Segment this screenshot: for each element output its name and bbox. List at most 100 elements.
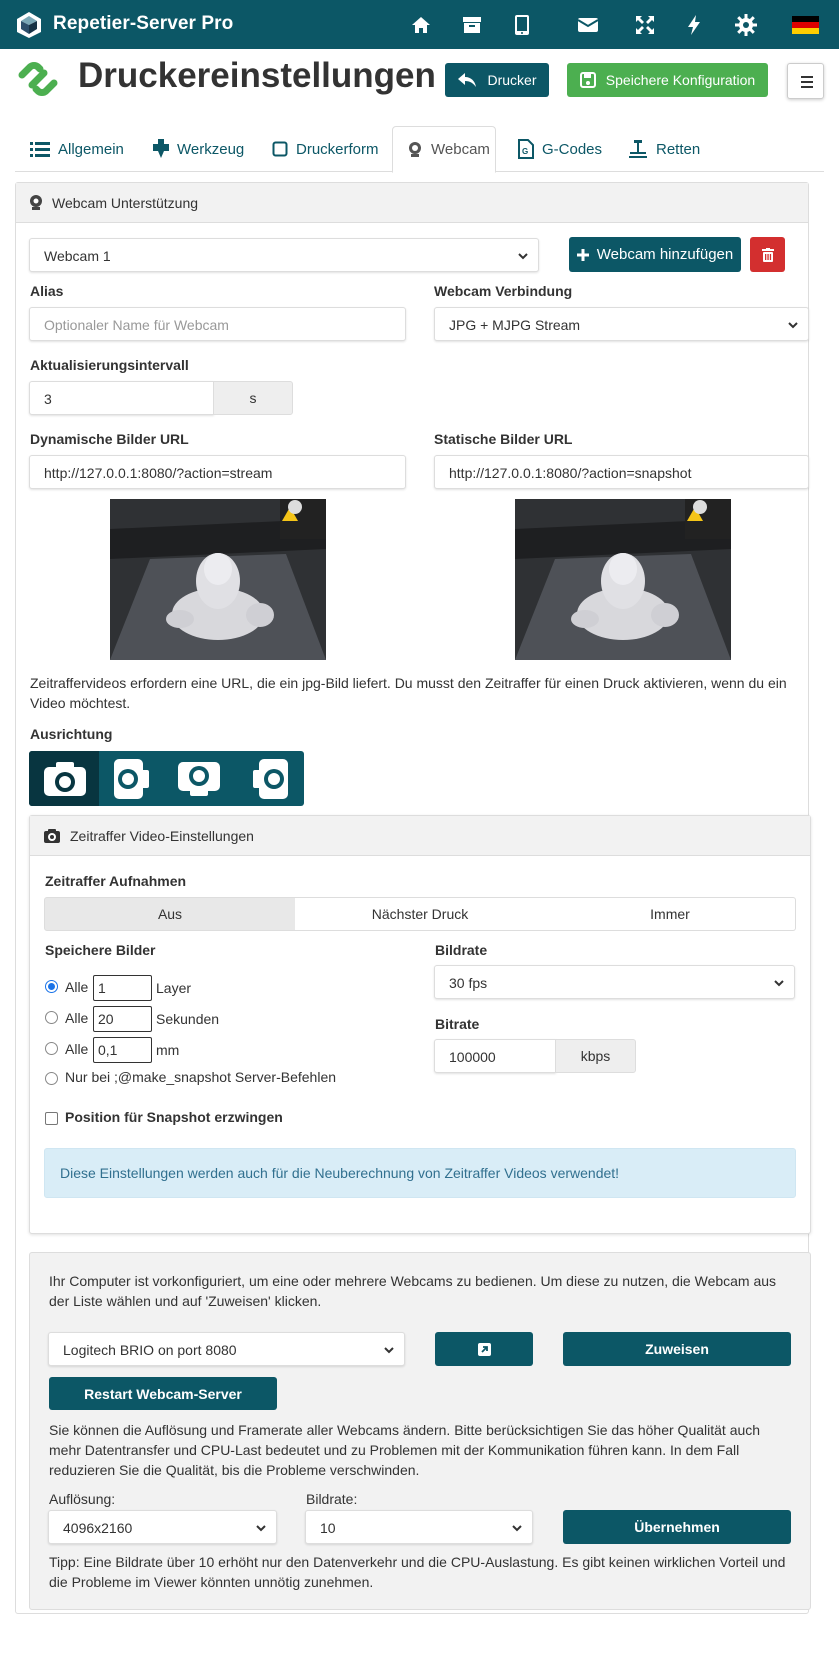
top-navbar: Repetier-Server Pro	[0, 0, 839, 49]
chevron-down-icon	[256, 1525, 266, 1532]
chevron-down-icon	[384, 1347, 394, 1354]
restart-webcam-server-button[interactable]: Restart Webcam-Server	[49, 1377, 277, 1410]
archive-icon[interactable]	[460, 13, 484, 37]
camera-rotate-270-icon[interactable]	[251, 757, 291, 801]
orientation-buttons	[29, 751, 304, 806]
square-icon	[272, 141, 288, 157]
force-position-label: Position für Snapshot erzwingen	[65, 1109, 283, 1125]
tab-label: Werkzeug	[177, 140, 245, 158]
interval-input[interactable]: 3	[29, 381, 214, 415]
radio-every-layer-prefix: Alle	[65, 979, 89, 995]
bitrate-label: Bitrate	[435, 1016, 480, 1032]
dynamic-webcam-preview	[110, 499, 326, 660]
settings-tabs: Allgemein Werkzeug Druckerform Webcam G …	[15, 126, 824, 173]
assign-button[interactable]: Zuweisen	[563, 1332, 791, 1366]
apply-button[interactable]: Übernehmen	[563, 1510, 791, 1544]
static-url-input[interactable]: http://127.0.0.1:8080/?action=snapshot	[434, 455, 809, 489]
server-framerate-select[interactable]: 10	[305, 1510, 533, 1544]
list-icon	[30, 142, 50, 157]
tab-retten[interactable]: Retten	[628, 126, 700, 172]
interval-label: Aktualisierungsintervall	[30, 357, 189, 373]
tab-webcam[interactable]: Webcam	[392, 126, 496, 173]
every-mm-unit: mm	[156, 1042, 180, 1058]
save-config-label: Speichere Konfiguration	[605, 72, 756, 88]
framerate-tip-text: Tipp: Eine Bildrate über 10 erhöht nur d…	[49, 1554, 786, 1590]
radio-every-seconds-prefix: Alle	[65, 1010, 89, 1026]
page-title: Druckereinstellungen	[78, 56, 436, 95]
external-link-icon	[477, 1342, 491, 1356]
open-camera-button[interactable]	[435, 1332, 533, 1366]
bolt-icon[interactable]	[682, 13, 706, 37]
add-webcam-button[interactable]: Webcam hinzufügen	[569, 237, 741, 272]
expand-icon[interactable]	[633, 13, 657, 37]
timelapse-framerate-select[interactable]: 30 fps	[434, 965, 795, 999]
repetier-logo-icon[interactable]	[15, 11, 43, 39]
chain-link-icon	[18, 62, 58, 96]
hamburger-menu-button[interactable]	[787, 63, 824, 99]
home-icon[interactable]	[409, 13, 433, 37]
rescue-icon	[629, 140, 647, 158]
timelapse-note: Zeitraffervideos erfordern eine URL, die…	[30, 675, 787, 711]
timelapse-panel-header: Zeitraffer Video-Einstellungen	[30, 816, 810, 856]
radio-every-mm-prefix: Alle	[65, 1041, 89, 1057]
server-camera-select[interactable]: Logitech BRIO on port 8080	[48, 1332, 405, 1366]
camera-rotate-90-icon[interactable]	[111, 757, 151, 801]
webcam-preview-image	[110, 499, 326, 660]
timelapse-option-next[interactable]: Nächster Druck	[295, 897, 546, 931]
resolution-select[interactable]: 4096x2160	[48, 1510, 277, 1544]
webcam-panel-title: Webcam Unterstützung	[52, 195, 199, 211]
timelapse-panel-title: Zeitraffer Video-Einstellungen	[70, 828, 254, 844]
gcode-file-icon: G	[518, 139, 534, 159]
timelapse-option-off[interactable]: Aus	[44, 897, 296, 931]
add-webcam-label: Webcam hinzufügen	[596, 246, 734, 263]
tab-allgemein[interactable]: Allgemein	[30, 126, 124, 172]
tab-label: Allgemein	[58, 140, 124, 158]
hamburger-icon	[801, 76, 813, 88]
every-layer-input[interactable]: 1	[93, 975, 152, 1001]
gear-icon[interactable]	[734, 13, 758, 37]
dynamic-url-input[interactable]: http://127.0.0.1:8080/?action=stream	[29, 455, 406, 489]
radio-every-layer[interactable]	[45, 980, 58, 993]
tab-label: G-Codes	[542, 140, 603, 158]
radio-every-seconds[interactable]	[45, 1011, 58, 1024]
tab-druckerform[interactable]: Druckerform	[272, 126, 379, 172]
bitrate-input[interactable]: 100000	[434, 1039, 556, 1073]
plus-icon	[576, 248, 589, 261]
app-brand[interactable]: Repetier-Server Pro	[53, 13, 233, 35]
envelope-icon[interactable]	[576, 13, 600, 37]
bitrate-unit: kbps	[555, 1039, 636, 1073]
reply-icon	[458, 73, 477, 87]
printer-back-button[interactable]: Drucker	[445, 63, 549, 97]
timelapse-framerate-value: 30 fps	[449, 975, 488, 991]
tab-werkzeug[interactable]: Werkzeug	[153, 126, 244, 172]
camera-normal-icon[interactable]	[42, 760, 88, 798]
camera-rotate-180-icon[interactable]	[176, 760, 222, 798]
chevron-down-icon	[774, 980, 784, 987]
quality-note-text: Sie können die Auflösung und Framerate a…	[49, 1422, 761, 1478]
server-framerate-label: Bildrate:	[306, 1491, 358, 1507]
tab-label: Webcam	[431, 141, 490, 158]
tablet-icon[interactable]	[510, 13, 534, 37]
timelapse-option-always[interactable]: Immer	[545, 897, 796, 931]
static-url-label: Statische Bilder URL	[434, 431, 573, 447]
webcam-icon	[409, 142, 421, 157]
webcam-panel-header: Webcam Unterstützung	[16, 183, 808, 223]
force-position-checkbox[interactable]	[45, 1112, 58, 1125]
tab-gcodes[interactable]: G G-Codes	[518, 126, 602, 172]
save-config-button[interactable]: Speichere Konfiguration	[567, 63, 768, 97]
radio-every-mm[interactable]	[45, 1042, 58, 1055]
every-seconds-input[interactable]: 20	[93, 1006, 152, 1032]
dynamic-url-label: Dynamische Bilder URL	[30, 431, 189, 447]
delete-webcam-button[interactable]	[750, 237, 785, 272]
every-mm-input[interactable]: 0,1	[93, 1037, 152, 1063]
resolution-value: 4096x2160	[63, 1520, 133, 1536]
trash-icon	[761, 247, 774, 262]
interval-unit: s	[213, 381, 293, 415]
only-on-command-label: Nur bei ;@make_snapshot Server-Befehlen	[65, 1069, 337, 1085]
save-images-label: Speichere Bilder	[45, 942, 156, 958]
alias-input[interactable]: Optionaler Name für Webcam	[29, 307, 406, 341]
webcam-select[interactable]: Webcam 1	[29, 238, 539, 272]
connection-select[interactable]: JPG + MJPG Stream	[434, 307, 809, 341]
flag-de-icon[interactable]	[792, 16, 819, 34]
radio-only-on-command[interactable]	[45, 1072, 58, 1085]
